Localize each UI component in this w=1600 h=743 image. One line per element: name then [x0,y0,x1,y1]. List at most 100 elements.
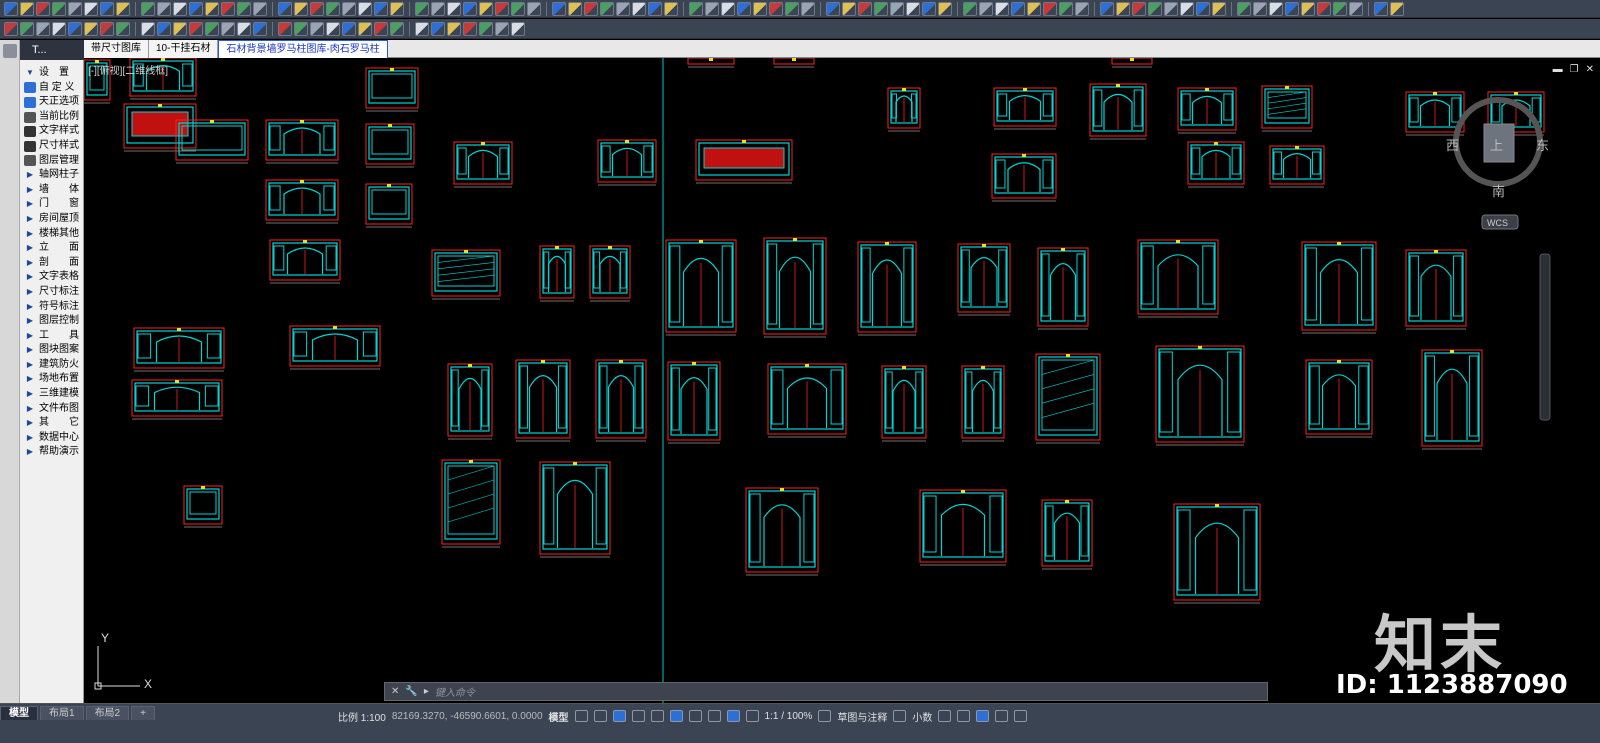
close-icon[interactable]: ✕ [1586,64,1594,75]
sidebar-item[interactable]: ▶ 墙 体 [20,183,84,198]
toolbar-tool-icon[interactable] [278,21,292,36]
sidebar-item[interactable]: ▶ 符号标注 [20,300,84,315]
toolbar-tool-icon[interactable] [374,1,388,16]
toolbar-tool-icon[interactable] [584,1,598,16]
toolbar-tool-icon[interactable] [415,21,429,36]
file-tab[interactable]: 10-干挂石材 [149,40,219,58]
toolbar-tool-icon[interactable] [1317,1,1331,16]
toolbar-tool-icon[interactable] [527,1,541,16]
toolbar-tool-icon[interactable] [415,1,429,16]
toolbar-tool-icon[interactable] [342,1,356,16]
toolbar-tool-icon[interactable] [1390,1,1404,16]
toolbar-tool-icon[interactable] [173,21,187,36]
toolbar-tool-icon[interactable] [189,1,203,16]
toolbar-tool-icon[interactable] [1349,1,1363,16]
model-space-button[interactable]: 模型 [549,709,569,724]
toolbar-tool-icon[interactable] [358,1,372,16]
layout-tab[interactable]: 布局2 [85,706,130,720]
toolbar-tool-icon[interactable] [447,1,461,16]
sidebar-item[interactable]: ▶ 图层控制 [20,314,84,329]
toolbar-tool-icon[interactable] [52,1,66,16]
sidebar-item[interactable]: 文字样式 [20,124,84,139]
toolbar-tool-icon[interactable] [390,21,404,36]
sidebar-item[interactable]: ▶ 楼梯其他 [20,227,84,242]
toolbar-tool-icon[interactable] [1164,1,1178,16]
toolbar-tool-icon[interactable] [648,1,662,16]
toolbar-tool-icon[interactable] [278,1,292,16]
toolbar-tool-icon[interactable] [826,1,840,16]
toolbar-tool-icon[interactable] [141,1,155,16]
isolate-icon[interactable] [957,710,971,722]
grid-icon[interactable] [574,710,588,722]
toolbar-tool-icon[interactable] [463,1,477,16]
zoom-scale[interactable]: 1:1 / 100% [765,711,813,722]
toolbar-tool-icon[interactable] [221,1,235,16]
toolbar-tool-icon[interactable] [495,21,509,36]
file-tab[interactable]: 石材背景墙罗马柱图库-肉石罗马柱 [218,40,388,58]
restore-icon[interactable]: ❐ [1570,64,1579,75]
toolbar-tool-icon[interactable] [753,1,767,16]
toolbar-tool-icon[interactable] [1301,1,1315,16]
sidebar-item[interactable]: ▼ 设 置 [20,66,84,81]
sidebar-item[interactable]: ▶ 立 面 [20,241,84,256]
toolbar-tool-icon[interactable] [310,21,324,36]
toolbar-tool-icon[interactable] [995,1,1009,16]
customize-icon[interactable] [1014,710,1028,722]
toolbar-tool-icon[interactable] [1285,1,1299,16]
toolbar-tool-icon[interactable] [4,21,18,36]
toolbar-tool-icon[interactable] [511,21,525,36]
toolbar-tool-icon[interactable] [737,1,751,16]
toolbar-tool-icon[interactable] [479,21,493,36]
units-selector[interactable]: 小数 [912,709,932,724]
toolbar-tool-icon[interactable] [1148,1,1162,16]
sidebar-item[interactable]: 自 定 义 [20,81,84,96]
toolbar-tool-icon[interactable] [906,1,920,16]
toolbar-tool-icon[interactable] [785,1,799,16]
toolbar-tool-icon[interactable] [294,1,308,16]
toolbar-tool-icon[interactable] [1269,1,1283,16]
toolbar-tool-icon[interactable] [1011,1,1025,16]
toolbar-tool-icon[interactable] [664,1,678,16]
toolbar-tool-icon[interactable] [842,1,856,16]
toolbar-tool-icon[interactable] [36,21,50,36]
toolbar-tool-icon[interactable] [431,21,445,36]
wrench-icon[interactable]: 🔧 [405,686,417,697]
sidebar-item[interactable]: 尺寸样式 [20,139,84,154]
toolbar-tool-icon[interactable] [205,21,219,36]
toolbar-tool-icon[interactable] [979,1,993,16]
sidebar-item[interactable]: ▶ 三维建模 [20,387,84,402]
toolbar-tool-icon[interactable] [1100,1,1114,16]
toolbar-tool-icon[interactable] [600,1,614,16]
sidebar-item[interactable]: ▶ 尺寸标注 [20,285,84,300]
toolbar-tool-icon[interactable] [342,21,356,36]
toolbar-tool-icon[interactable] [1043,1,1057,16]
sidebar-item[interactable]: 图层管理 [20,154,84,169]
toolbar-tool-icon[interactable] [632,1,646,16]
polar-icon[interactable] [631,710,645,722]
toolbar-tool-icon[interactable] [479,1,493,16]
toolbar-tool-icon[interactable] [326,1,340,16]
sidebar-item[interactable]: ▶ 场地布置 [20,372,84,387]
toolbar-tool-icon[interactable] [431,1,445,16]
sidebar-item[interactable]: ▶ 其 它 [20,416,84,431]
toolbar-tool-icon[interactable] [1374,1,1388,16]
sidebar-item[interactable]: ▶ 工 具 [20,329,84,344]
toolbar-tool-icon[interactable] [374,21,388,36]
layout-tab[interactable]: + [131,706,155,720]
file-tab[interactable]: 带尺寸图库 [84,40,149,58]
sidebar-item[interactable]: ▶ 门 窗 [20,197,84,212]
sidebar-item[interactable]: ▶ 轴网柱子 [20,168,84,183]
toolbar-tool-icon[interactable] [1075,1,1089,16]
sidebar-item[interactable]: ▶ 文字表格 [20,270,84,285]
toolbar-tool-icon[interactable] [68,21,82,36]
toolbar-tool-icon[interactable] [20,21,34,36]
gear-icon[interactable] [818,710,832,722]
toolbar-tool-icon[interactable] [294,21,308,36]
toolbar-tool-icon[interactable] [1212,1,1226,16]
toolbar-tool-icon[interactable] [511,1,525,16]
annotation-icon[interactable] [745,710,759,722]
toolbar-tool-icon[interactable] [358,21,372,36]
sidebar-item[interactable]: ▶ 图块图案 [20,343,84,358]
toolbar-tool-icon[interactable] [253,1,267,16]
toolbar-tool-icon[interactable] [20,1,34,16]
